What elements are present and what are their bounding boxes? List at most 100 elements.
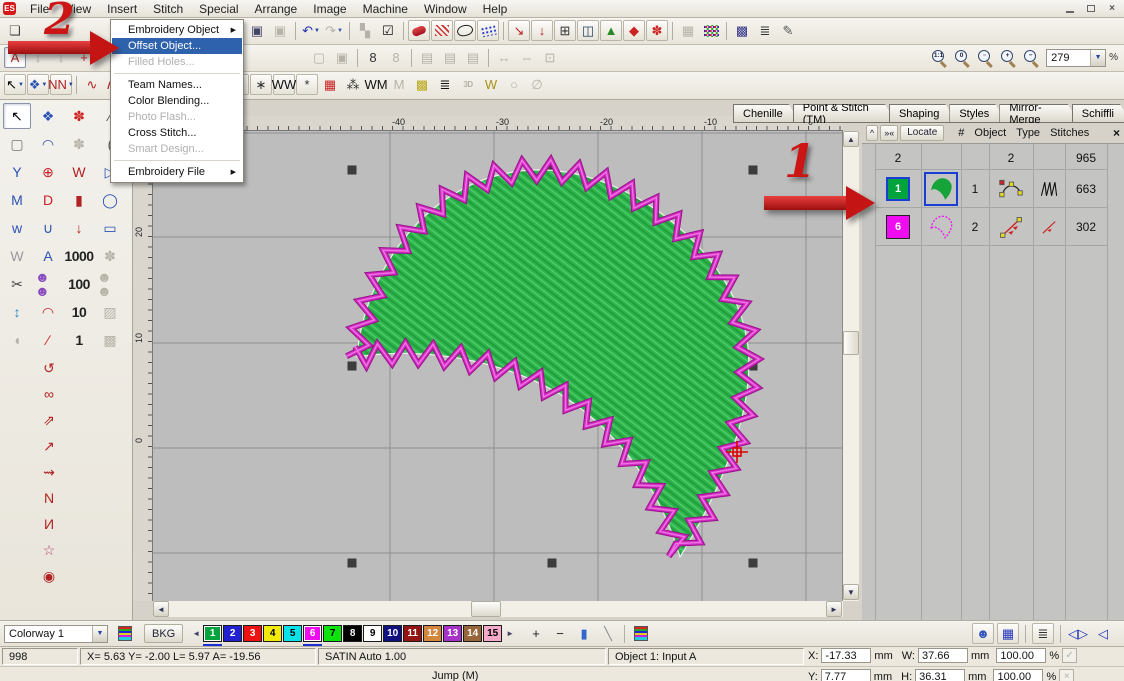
collar-tool-icon[interactable]: ∪: [34, 215, 62, 241]
tatami-2-icon[interactable]: ▩: [411, 74, 433, 95]
complex-fill-tool-icon[interactable]: ◠: [34, 131, 62, 157]
object-row-1[interactable]: 1 1 663: [875, 170, 1107, 208]
app-icon[interactable]: ES: [3, 2, 16, 15]
color-swatch-10[interactable]: 10: [383, 625, 402, 642]
line-node-tool-icon[interactable]: ∕: [34, 327, 62, 353]
motif-run-icon[interactable]: [477, 20, 499, 41]
thread-colors-icon[interactable]: [700, 20, 722, 41]
contour-lines-icon[interactable]: ≣: [434, 74, 456, 95]
polygon-select-tool-icon[interactable]: ▢: [3, 131, 31, 157]
thread-spool-tool-icon[interactable]: ▮: [65, 187, 93, 213]
tab-point-stitch-tm[interactable]: Point & Stitch (TM): [793, 104, 896, 123]
fancy-fill-icon[interactable]: ∗: [250, 74, 272, 95]
satin-fill-icon[interactable]: WW: [273, 74, 295, 95]
ray-fill-icon[interactable]: *: [296, 74, 318, 95]
ornament-2-disabled-icon[interactable]: ✽: [96, 243, 124, 269]
row1-color-swatch[interactable]: 1: [886, 177, 910, 201]
width-field[interactable]: 37.66: [918, 648, 968, 663]
triple-run-tool-icon[interactable]: ⇗: [35, 407, 63, 433]
add-color-icon[interactable]: +: [525, 623, 547, 644]
shape-paste-icon[interactable]: ▣: [331, 47, 353, 68]
shape-copy-icon[interactable]: ▢: [308, 47, 330, 68]
menu-item-cross-stitch[interactable]: Cross Stitch...: [112, 125, 242, 141]
n-stitch-tool-icon[interactable]: N: [35, 485, 63, 511]
cancel-cross-icon[interactable]: ×: [1059, 669, 1074, 681]
scissors-tool-icon[interactable]: ✂: [3, 271, 31, 297]
oval-tool-icon[interactable]: ○: [503, 74, 525, 95]
texture-2-disabled-icon[interactable]: ▩: [96, 327, 124, 353]
menu-item-color-blending[interactable]: Color Blending...: [112, 93, 242, 109]
cut-column-tool-icon[interactable]: W: [3, 243, 31, 269]
row2-color-swatch[interactable]: 6: [886, 215, 910, 239]
node-select-tool-icon[interactable]: Y: [3, 159, 31, 185]
rectangle-tool-icon[interactable]: ▭: [96, 215, 124, 241]
show-hoop-icon[interactable]: ◫: [577, 20, 599, 41]
color-swatch-12[interactable]: 12: [423, 625, 442, 642]
zoom-to-fit-icon[interactable]: 0: [952, 47, 974, 68]
ellipse-tool-icon[interactable]: ◯: [96, 187, 124, 213]
color-swatch-3[interactable]: 3: [243, 625, 262, 642]
star-fill-tool-icon[interactable]: ☆: [35, 537, 63, 563]
x-position-field[interactable]: -17.33: [821, 648, 871, 663]
circle-divide-tool-icon[interactable]: ⊕: [34, 159, 62, 185]
tab-styles[interactable]: Styles: [949, 104, 1006, 123]
ornament-tool-icon[interactable]: ✽: [65, 103, 93, 129]
lettering-tool-icon[interactable]: A: [34, 243, 62, 269]
menu-view[interactable]: View: [57, 1, 99, 17]
select-dropdown-icon[interactable]: ↖▼: [4, 74, 26, 95]
add-node-icon[interactable]: +: [73, 47, 95, 68]
design-notes-icon[interactable]: ✎: [777, 20, 799, 41]
menu-item-embroidery-object[interactable]: Embroidery Object▶: [112, 22, 242, 38]
letter-d-tool-icon[interactable]: D: [34, 187, 62, 213]
show-design-icon[interactable]: ◆: [623, 20, 645, 41]
zoom-in-icon[interactable]: +: [998, 47, 1020, 68]
scroll-right-icon[interactable]: ►: [826, 601, 842, 617]
motif-fill-icon[interactable]: ⁂: [342, 74, 364, 95]
lattice-fill-icon[interactable]: ▦: [319, 74, 341, 95]
color-swatch-4[interactable]: 4: [263, 625, 282, 642]
column-stitch-tool-icon[interactable]: W: [65, 159, 93, 185]
menu-item-team-names[interactable]: Team Names...: [112, 77, 242, 93]
radial-fill-tool-icon[interactable]: ◉: [35, 563, 63, 589]
color-swatch-5[interactable]: 5: [283, 625, 302, 642]
colorway-selector[interactable]: Colorway 1 ▼: [4, 625, 108, 643]
input-a-status-icon[interactable]: A: [4, 47, 26, 68]
scale-x-field[interactable]: 100.00: [996, 648, 1046, 663]
object-row-2[interactable]: 6 2 302: [875, 208, 1107, 246]
show-artwork-icon[interactable]: ▲: [600, 20, 622, 41]
redo-icon[interactable]: ↷▼: [323, 20, 345, 41]
zoom-out-icon[interactable]: −: [1021, 47, 1043, 68]
tab-schiffli[interactable]: Schiffli: [1072, 104, 1124, 123]
zoom-1-to-1-icon[interactable]: 1:1: [929, 47, 951, 68]
zoom-combo-dropdown-icon[interactable]: ▼: [1090, 50, 1105, 66]
run-stitch-icon[interactable]: ∿: [81, 74, 103, 95]
colorway-dropdown-icon[interactable]: ▼: [92, 626, 107, 642]
scroll-left-icon[interactable]: ◄: [153, 601, 169, 617]
design-canvas[interactable]: [153, 131, 843, 601]
three-d-effect-icon[interactable]: 3D: [457, 74, 479, 95]
menu-special[interactable]: Special: [191, 1, 246, 17]
transform-icon[interactable]: ▚: [354, 20, 376, 41]
close-panel-icon[interactable]: ×: [1113, 126, 1120, 140]
collapse-panel-icon[interactable]: ^: [866, 125, 878, 141]
zigzag-column-tool-icon[interactable]: M: [3, 187, 31, 213]
apply-check-icon[interactable]: ✓: [1062, 648, 1077, 663]
select-verify-icon[interactable]: ☑: [377, 20, 399, 41]
horizontal-scroll-thumb[interactable]: [471, 601, 501, 617]
spacing-1000-icon[interactable]: 1000: [65, 243, 93, 269]
width-run-tool-icon[interactable]: w: [3, 215, 31, 241]
new-document-icon[interactable]: ❏: [4, 20, 26, 41]
stitch-density-icon[interactable]: ≣: [754, 20, 776, 41]
measure-tool-icon[interactable]: ↕: [3, 299, 31, 325]
remove-color-icon[interactable]: −: [549, 623, 571, 644]
thread-bucket-icon[interactable]: ▮: [573, 623, 595, 644]
fit-object-icon[interactable]: ⊡: [539, 47, 561, 68]
spacing-1-icon[interactable]: 1: [65, 327, 93, 353]
row1-object-thumbnail[interactable]: [924, 172, 958, 206]
color-swatch-11[interactable]: 11: [403, 625, 422, 642]
zigzag-run-tool-icon[interactable]: ⇝: [35, 459, 63, 485]
color-swatch-9[interactable]: 9: [363, 625, 382, 642]
color-swatch-13[interactable]: 13: [443, 625, 462, 642]
horizontal-scrollbar[interactable]: ◄ ►: [153, 601, 843, 617]
color-film-list-icon[interactable]: [630, 623, 652, 644]
